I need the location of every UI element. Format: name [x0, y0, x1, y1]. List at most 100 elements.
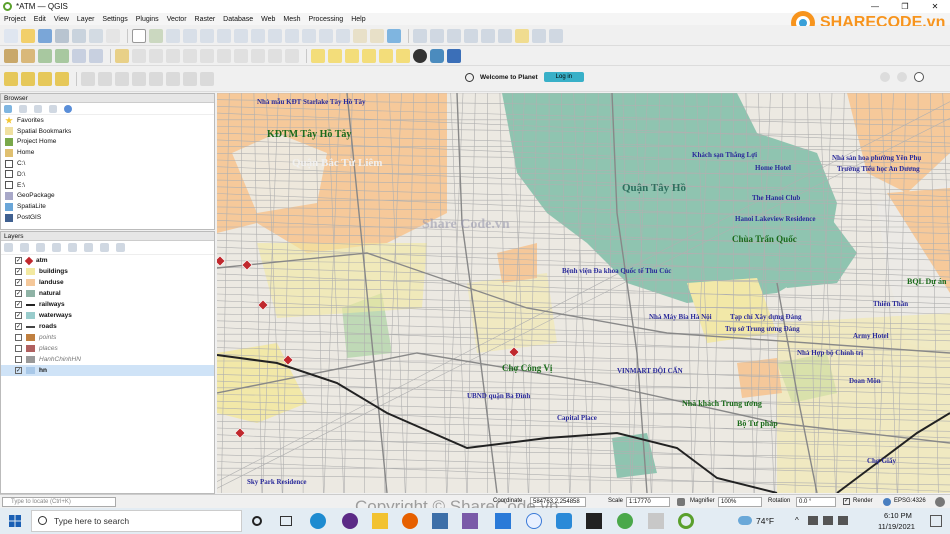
- add-layer-icon[interactable]: [19, 104, 27, 113]
- select-by-expression-icon[interactable]: [55, 71, 69, 86]
- edit-pencil-icon[interactable]: [115, 48, 129, 63]
- qgis-taskbar-icon[interactable]: [678, 513, 694, 529]
- label-rotate-icon[interactable]: [379, 48, 393, 63]
- render-checkbox[interactable]: ✓: [843, 498, 850, 505]
- layer-visibility-checkbox[interactable]: ✓: [15, 290, 22, 297]
- add-feature-icon[interactable]: [166, 48, 180, 63]
- vertex-tool-icon[interactable]: [183, 48, 197, 63]
- toggle-editing-icon[interactable]: [132, 48, 146, 63]
- reshape-icon[interactable]: [183, 71, 197, 86]
- layer-row-natural[interactable]: ✓ natural: [1, 288, 214, 299]
- menu-database[interactable]: Database: [223, 16, 253, 23]
- planet-inspector-icon[interactable]: [897, 72, 907, 82]
- layer-visibility-checkbox[interactable]: [15, 345, 22, 352]
- filter-legend-icon[interactable]: [52, 243, 61, 252]
- layer-row-roads[interactable]: ✓ roads: [1, 321, 214, 332]
- layer-row-landuse[interactable]: ✓ landuse: [1, 277, 214, 288]
- temporal-controller-icon[interactable]: [336, 28, 350, 43]
- task-view-icon[interactable]: [280, 516, 292, 526]
- tray-chevron-icon[interactable]: ^: [795, 516, 799, 525]
- plugin-icon[interactable]: [447, 48, 461, 63]
- visual-studio-icon[interactable]: [462, 513, 478, 529]
- style-manager-icon[interactable]: [106, 28, 120, 43]
- show-bookmarks-icon[interactable]: [370, 28, 384, 43]
- pan-to-selection-icon[interactable]: [149, 28, 163, 43]
- globe-plugin-icon[interactable]: [413, 48, 427, 63]
- magnifier-spinbox[interactable]: 100%: [718, 497, 762, 507]
- map-tips-icon[interactable]: [515, 28, 529, 43]
- zoom-layer-icon[interactable]: [251, 28, 265, 43]
- layer-visibility-checkbox[interactable]: ✓: [15, 312, 22, 319]
- clock-time[interactable]: 6:10 PM: [884, 511, 912, 520]
- data-source-manager-icon[interactable]: [4, 48, 18, 63]
- clock-date[interactable]: 11/19/2021: [878, 522, 915, 531]
- layer-visibility-checkbox[interactable]: ✓: [15, 268, 22, 275]
- identify-icon[interactable]: [413, 28, 427, 43]
- tree-item-geopackage[interactable]: GeoPackage: [1, 191, 214, 202]
- undo-icon[interactable]: [268, 48, 282, 63]
- measure-icon[interactable]: [498, 28, 512, 43]
- zoom-rubberband-icon[interactable]: [200, 28, 214, 43]
- split-features-icon[interactable]: [115, 71, 129, 86]
- label-show-hide-icon[interactable]: [345, 48, 359, 63]
- cortana-icon[interactable]: [252, 516, 262, 526]
- weather-icon[interactable]: [738, 516, 752, 525]
- vscode-icon[interactable]: [495, 513, 511, 529]
- menu-vector[interactable]: Vector: [167, 16, 187, 23]
- tree-item-d-drive[interactable]: D:\: [1, 169, 214, 180]
- planet-help-icon[interactable]: [914, 72, 924, 82]
- new-scratch-icon[interactable]: [72, 48, 86, 63]
- select-by-value-icon[interactable]: [21, 71, 35, 86]
- processing-toolbox-icon[interactable]: [464, 28, 478, 43]
- tree-item-bookmarks[interactable]: Spatial Bookmarks: [1, 126, 214, 137]
- app-green-icon[interactable]: [617, 513, 633, 529]
- advanced-digitize-icon[interactable]: [98, 71, 112, 86]
- layer-visibility-checkbox[interactable]: ✓: [15, 323, 22, 330]
- lock-scale-icon[interactable]: [677, 498, 685, 506]
- zoom-next-icon[interactable]: [302, 28, 316, 43]
- collapse-all-icon[interactable]: [100, 243, 109, 252]
- copy-features-icon[interactable]: [234, 48, 248, 63]
- label-change-icon[interactable]: [396, 48, 410, 63]
- merge-features-icon[interactable]: [132, 71, 146, 86]
- menu-web[interactable]: Web: [261, 16, 275, 23]
- open-project-icon[interactable]: [21, 28, 35, 43]
- refresh-icon[interactable]: [4, 104, 12, 113]
- add-group-icon[interactable]: [20, 243, 29, 252]
- pan-icon[interactable]: [132, 28, 146, 43]
- menu-settings[interactable]: Settings: [102, 16, 127, 23]
- locator-search-input[interactable]: Type to locate (Ctrl+K): [2, 497, 116, 507]
- crs-globe-icon[interactable]: [883, 498, 891, 506]
- layer-visibility-checkbox[interactable]: ✓: [15, 301, 22, 308]
- layout-manager-icon[interactable]: [89, 28, 103, 43]
- layer-row-places[interactable]: places: [1, 343, 214, 354]
- terminal-icon[interactable]: [586, 513, 602, 529]
- tree-item-c-drive[interactable]: C:\: [1, 158, 214, 169]
- zoom-full-icon[interactable]: [217, 28, 231, 43]
- tree-item-postgis[interactable]: PostGIS: [1, 212, 214, 223]
- menu-edit[interactable]: Edit: [34, 16, 46, 23]
- new-map-view-icon[interactable]: [319, 28, 333, 43]
- menu-processing[interactable]: Processing: [309, 16, 344, 23]
- layer-visibility-checkbox[interactable]: [15, 356, 22, 363]
- new-shapefile-icon[interactable]: [38, 48, 52, 63]
- layer-row-hanhchinhhn[interactable]: HanhChinhHN: [1, 354, 214, 365]
- crs-label[interactable]: EPSG:4326: [894, 498, 926, 504]
- layer-visibility-checkbox[interactable]: ✓: [15, 367, 22, 374]
- menu-raster[interactable]: Raster: [195, 16, 216, 23]
- zoom-native-icon[interactable]: [268, 28, 282, 43]
- expand-all-icon[interactable]: [84, 243, 93, 252]
- layer-row-waterways[interactable]: ✓ waterways: [1, 310, 214, 321]
- layer-row-points[interactable]: points: [1, 332, 214, 343]
- file-explorer-icon[interactable]: [372, 513, 388, 529]
- new-geopackage-icon[interactable]: [21, 48, 35, 63]
- paint-icon[interactable]: [648, 513, 664, 529]
- taskbar-search-input[interactable]: Type here to search: [31, 510, 242, 532]
- layer-row-atm[interactable]: ✓ atm: [1, 255, 214, 266]
- python-console-icon[interactable]: [430, 48, 444, 63]
- menu-project[interactable]: Project: [4, 16, 26, 23]
- label-tool-icon[interactable]: [311, 48, 325, 63]
- text-annotation-icon[interactable]: [549, 28, 563, 43]
- rotation-spinbox[interactable]: 0.0 °: [796, 497, 836, 507]
- tree-item-home[interactable]: Home: [1, 147, 214, 158]
